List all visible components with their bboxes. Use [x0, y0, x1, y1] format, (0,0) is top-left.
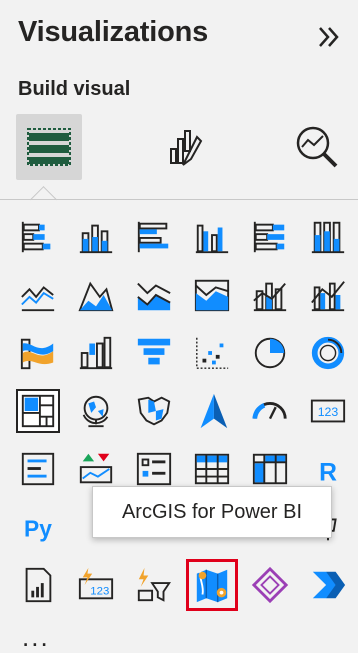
waterfall-chart-button[interactable] [74, 331, 118, 375]
power-apps-filter-button[interactable] [132, 563, 176, 607]
power-apps-card-icon: 123 [78, 567, 114, 600]
python-visual-icon: Py [24, 516, 52, 542]
stacked-bar-chart-icon [21, 221, 51, 253]
chevron-double-right-icon [319, 27, 339, 47]
table-button[interactable] [190, 447, 234, 491]
kpi-icon [79, 453, 113, 484]
r-script-icon: R [319, 459, 337, 486]
stacked-area-chart-button[interactable] [132, 273, 176, 317]
treemap-button[interactable] [16, 389, 60, 433]
line-and-stacked-column-chart-icon [253, 282, 287, 312]
matrix-icon [252, 453, 288, 485]
arcgis-tooltip: ArcGIS for Power BI [92, 486, 332, 538]
collapse-pane-button[interactable] [314, 22, 344, 52]
python-visual-button[interactable]: Py [16, 505, 60, 549]
100-stacked-area-chart-icon [194, 279, 230, 312]
format-paintbrush-icon [170, 130, 203, 166]
power-automate-button[interactable] [248, 563, 292, 607]
paginated-report-icon [25, 567, 52, 603]
power-apps-filter-icon [137, 567, 171, 602]
stacked-column-chart-button[interactable] [74, 215, 118, 259]
python-visual-label: Py [24, 516, 52, 542]
pane-title: Visualizations [18, 16, 209, 48]
power-automate-flow-icon [312, 571, 346, 599]
r-script-label: R [319, 459, 337, 486]
ribbon-chart-icon [20, 338, 54, 370]
ribbon-chart-button[interactable] [16, 331, 60, 375]
stacked-bar-chart-button[interactable] [16, 215, 60, 259]
donut-chart-button[interactable] [306, 331, 350, 375]
funnel-chart-button[interactable] [132, 331, 176, 375]
map-button[interactable] [74, 389, 118, 433]
100-stacked-area-chart-button[interactable] [190, 273, 234, 317]
gauge-icon [252, 402, 287, 420]
paginated-report-button[interactable] [16, 563, 60, 607]
100-stacked-bar-chart-icon [253, 221, 285, 253]
filled-map-button[interactable] [132, 389, 176, 433]
power-automate-diamond-icon [251, 566, 289, 604]
build-visual-heading: Build visual [18, 78, 131, 100]
gauge-button[interactable] [248, 389, 292, 433]
arcgis-map-icon [196, 569, 228, 603]
100-stacked-bar-chart-button[interactable] [248, 215, 292, 259]
clustered-bar-chart-icon [137, 221, 169, 253]
line-chart-icon [21, 286, 55, 312]
clustered-column-chart-button[interactable] [190, 215, 234, 259]
stacked-column-chart-icon [79, 224, 113, 254]
donut-chart-icon [311, 336, 345, 370]
build-visual-icon [27, 128, 71, 166]
analytics-tab[interactable] [284, 114, 350, 180]
filled-map-icon [137, 396, 171, 426]
slicer-icon [136, 452, 172, 486]
more-options-button[interactable]: ... [22, 622, 50, 653]
area-chart-icon [78, 281, 114, 312]
azure-map-button[interactable] [190, 389, 234, 433]
100-stacked-column-chart-icon [311, 221, 345, 254]
100-stacked-column-chart-button[interactable] [306, 215, 350, 259]
power-automate-flow-button[interactable] [306, 563, 350, 607]
card-button[interactable]: 123 [306, 389, 350, 433]
mode-tabs [0, 108, 358, 200]
funnel-chart-icon [137, 338, 171, 365]
divider [0, 199, 358, 200]
globe-map-icon [82, 395, 109, 428]
line-and-clustered-column-chart-icon [311, 281, 345, 312]
pane-header: Visualizations [18, 16, 348, 60]
slicer-button[interactable] [132, 447, 176, 491]
table-icon [194, 453, 230, 485]
treemap-icon [21, 394, 55, 428]
clustered-bar-chart-button[interactable] [132, 215, 176, 259]
card-icon: 123 [310, 399, 346, 423]
kpi-button[interactable] [74, 447, 118, 491]
arcgis-for-power-bi-button[interactable] [186, 559, 238, 611]
scatter-chart-button[interactable] [190, 331, 234, 375]
area-chart-button[interactable] [74, 273, 118, 317]
scatter-chart-icon [196, 337, 229, 369]
multi-row-card-button[interactable] [16, 447, 60, 491]
matrix-button[interactable] [248, 447, 292, 491]
pie-chart-button[interactable] [248, 331, 292, 375]
line-and-stacked-column-chart-button[interactable] [248, 273, 292, 317]
power-apps-button[interactable]: 123 [74, 563, 118, 607]
line-chart-button[interactable] [16, 273, 60, 317]
build-visual-tab[interactable] [16, 114, 82, 180]
card-icon-label: 123 [318, 405, 339, 419]
line-and-clustered-column-chart-button[interactable] [306, 273, 350, 317]
waterfall-chart-icon [79, 336, 113, 370]
clustered-column-chart-icon [195, 224, 229, 254]
pie-chart-icon [254, 337, 286, 369]
svg-text:123: 123 [90, 586, 109, 598]
stacked-area-chart-icon [137, 282, 171, 311]
format-visual-tab[interactable] [152, 114, 218, 180]
r-script-visual-button[interactable]: R [306, 447, 350, 491]
azure-map-icon [200, 393, 228, 429]
analytics-magnifier-icon [296, 126, 338, 168]
multi-row-card-icon [21, 452, 55, 486]
